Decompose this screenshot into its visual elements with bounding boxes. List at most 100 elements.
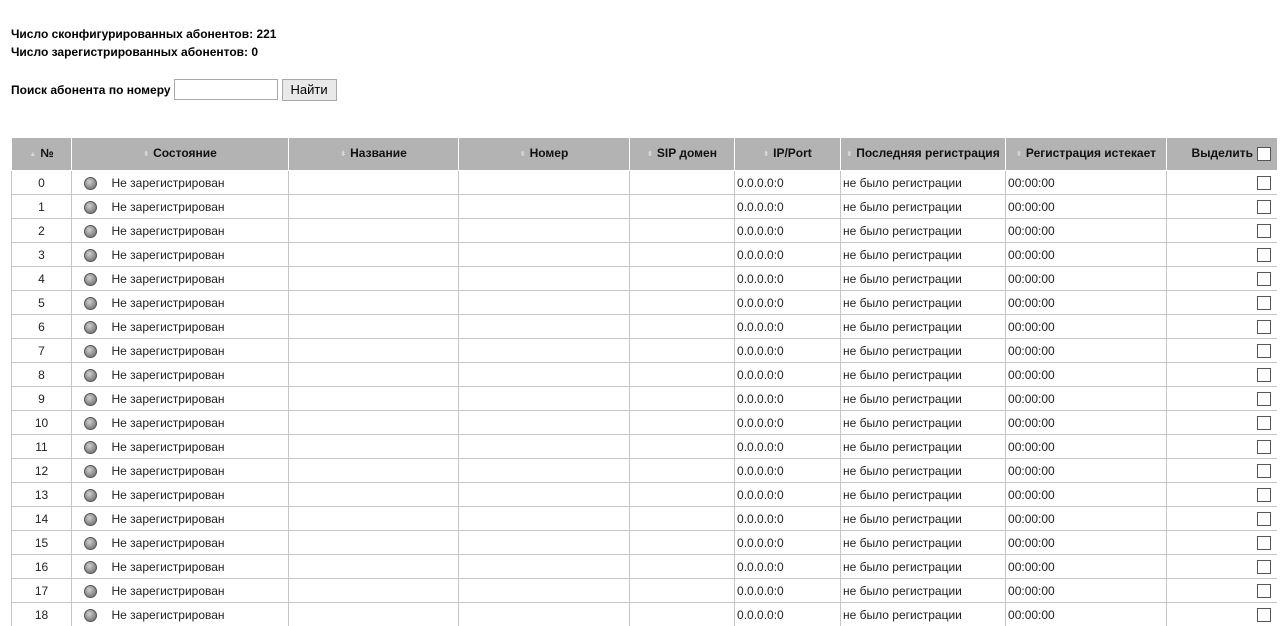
row-ip-port: 0.0.0.0:0	[734, 434, 842, 459]
row-select	[1166, 578, 1277, 603]
status-indicator	[71, 530, 110, 555]
col-header-state[interactable]: ⬍ Состояние	[70, 137, 290, 171]
row-registration-expires: 00:00:00	[1005, 290, 1168, 315]
row-last-registration: не было регистрации	[840, 290, 1007, 315]
table-row: 11 Не зарегистрирован 0.0.0.0:0 не было рег…	[11, 434, 1277, 459]
row-select-checkbox[interactable]	[1257, 511, 1272, 526]
row-select-checkbox[interactable]	[1257, 439, 1272, 454]
row-last-registration: не было регистрации	[840, 434, 1007, 459]
row-select-checkbox[interactable]	[1257, 487, 1272, 502]
row-select-checkbox[interactable]	[1257, 535, 1272, 550]
row-select-checkbox[interactable]	[1257, 367, 1272, 382]
grey-status-led-icon	[84, 200, 98, 214]
row-number-value	[458, 242, 631, 267]
search-input[interactable]	[173, 79, 278, 100]
row-registration-expires: 00:00:00	[1005, 602, 1168, 626]
col-header-name[interactable]: ⬍ Название	[288, 137, 460, 171]
row-registration-expires: 00:00:00	[1005, 338, 1168, 363]
col-header-last-registration[interactable]: ⬍ Последняя регистрация	[840, 137, 1007, 171]
row-select-checkbox[interactable]	[1257, 415, 1272, 430]
row-number: 6	[11, 314, 72, 339]
row-number-value	[458, 218, 631, 243]
row-select-checkbox[interactable]	[1257, 463, 1272, 478]
row-state: Не зарегистрирован	[109, 602, 290, 626]
status-indicator	[71, 602, 110, 626]
status-indicator	[71, 386, 110, 411]
row-ip-port: 0.0.0.0:0	[734, 218, 842, 243]
row-ip-port: 0.0.0.0:0	[734, 170, 842, 195]
row-select	[1166, 218, 1277, 243]
row-select-checkbox[interactable]	[1257, 583, 1272, 598]
row-select	[1166, 482, 1277, 507]
status-indicator	[71, 218, 110, 243]
row-number-value	[458, 602, 631, 626]
row-sip-domain	[629, 578, 736, 603]
col-header-num[interactable]: ▲ №	[11, 137, 72, 171]
row-registration-expires: 00:00:00	[1005, 170, 1168, 195]
row-last-registration: не было регистрации	[840, 266, 1007, 291]
row-ip-port: 0.0.0.0:0	[734, 386, 842, 411]
status-indicator	[71, 434, 110, 459]
row-last-registration: не было регистрации	[840, 314, 1007, 339]
row-sip-domain	[629, 218, 736, 243]
row-ip-port: 0.0.0.0:0	[734, 530, 842, 555]
row-number: 13	[11, 482, 72, 507]
find-button[interactable]: Найти	[281, 78, 337, 101]
col-header-number[interactable]: ⬍ Номер	[458, 137, 631, 171]
row-select-checkbox[interactable]	[1257, 391, 1272, 406]
grey-status-led-icon	[84, 248, 98, 262]
row-name	[288, 386, 460, 411]
table-row: 3 Не зарегистрирован 0.0.0.0:0 не было реги…	[11, 242, 1277, 267]
row-select	[1166, 314, 1277, 339]
row-number-value	[458, 290, 631, 315]
row-select-checkbox[interactable]	[1257, 559, 1272, 574]
row-select-checkbox[interactable]	[1257, 319, 1272, 334]
grey-status-led-icon	[84, 224, 98, 238]
row-select-checkbox[interactable]	[1257, 175, 1272, 190]
row-ip-port: 0.0.0.0:0	[734, 242, 842, 267]
row-number-value	[458, 482, 631, 507]
row-select	[1166, 602, 1277, 626]
row-state: Не зарегистрирован	[109, 290, 290, 315]
row-number-value	[458, 434, 631, 459]
col-header-ip-port[interactable]: ⬍ IP/Port	[734, 137, 842, 171]
row-ip-port: 0.0.0.0:0	[734, 362, 842, 387]
row-select-checkbox[interactable]	[1257, 271, 1272, 286]
row-select-checkbox[interactable]	[1257, 343, 1272, 358]
grey-status-led-icon	[84, 392, 98, 406]
col-header-sip-domain[interactable]: ⬍ SIP домен	[629, 137, 736, 171]
row-name	[288, 578, 460, 603]
row-number-value	[458, 314, 631, 339]
sort-arrows-icon: ⬍	[143, 151, 150, 158]
row-select-checkbox[interactable]	[1257, 223, 1272, 238]
select-all-checkbox[interactable]	[1257, 147, 1272, 161]
row-last-registration: не было регистрации	[840, 362, 1007, 387]
row-state: Не зарегистрирован	[109, 410, 290, 435]
grey-status-led-icon	[84, 560, 98, 574]
row-number: 14	[11, 506, 72, 531]
row-name	[288, 602, 460, 626]
table-row: 6 Не зарегистрирован 0.0.0.0:0 не было реги…	[11, 314, 1277, 339]
row-select-checkbox[interactable]	[1257, 247, 1272, 262]
row-select-checkbox[interactable]	[1257, 199, 1272, 214]
row-sip-domain	[629, 266, 736, 291]
row-ip-port: 0.0.0.0:0	[734, 410, 842, 435]
row-name	[288, 458, 460, 483]
col-header-registration-expires[interactable]: ⬍ Регистрация истекает	[1005, 137, 1168, 171]
sort-arrows-icon: ⬍	[647, 151, 653, 158]
row-select-checkbox[interactable]	[1257, 295, 1272, 310]
row-ip-port: 0.0.0.0:0	[734, 506, 842, 531]
row-sip-domain	[629, 386, 736, 411]
row-number-value	[458, 194, 631, 219]
table-row: 8 Не зарегистрирован 0.0.0.0:0 не было реги…	[11, 362, 1277, 387]
row-state: Не зарегистрирован	[109, 170, 290, 195]
table-row: 4 Не зарегистрирован 0.0.0.0:0 не было реги…	[11, 266, 1277, 291]
row-sip-domain	[629, 410, 736, 435]
row-select-checkbox[interactable]	[1257, 607, 1272, 622]
row-ip-port: 0.0.0.0:0	[734, 578, 842, 603]
grey-status-led-icon	[84, 272, 98, 286]
row-number-value	[458, 410, 631, 435]
row-sip-domain	[629, 194, 736, 219]
row-name	[288, 434, 460, 459]
status-indicator	[71, 314, 110, 339]
